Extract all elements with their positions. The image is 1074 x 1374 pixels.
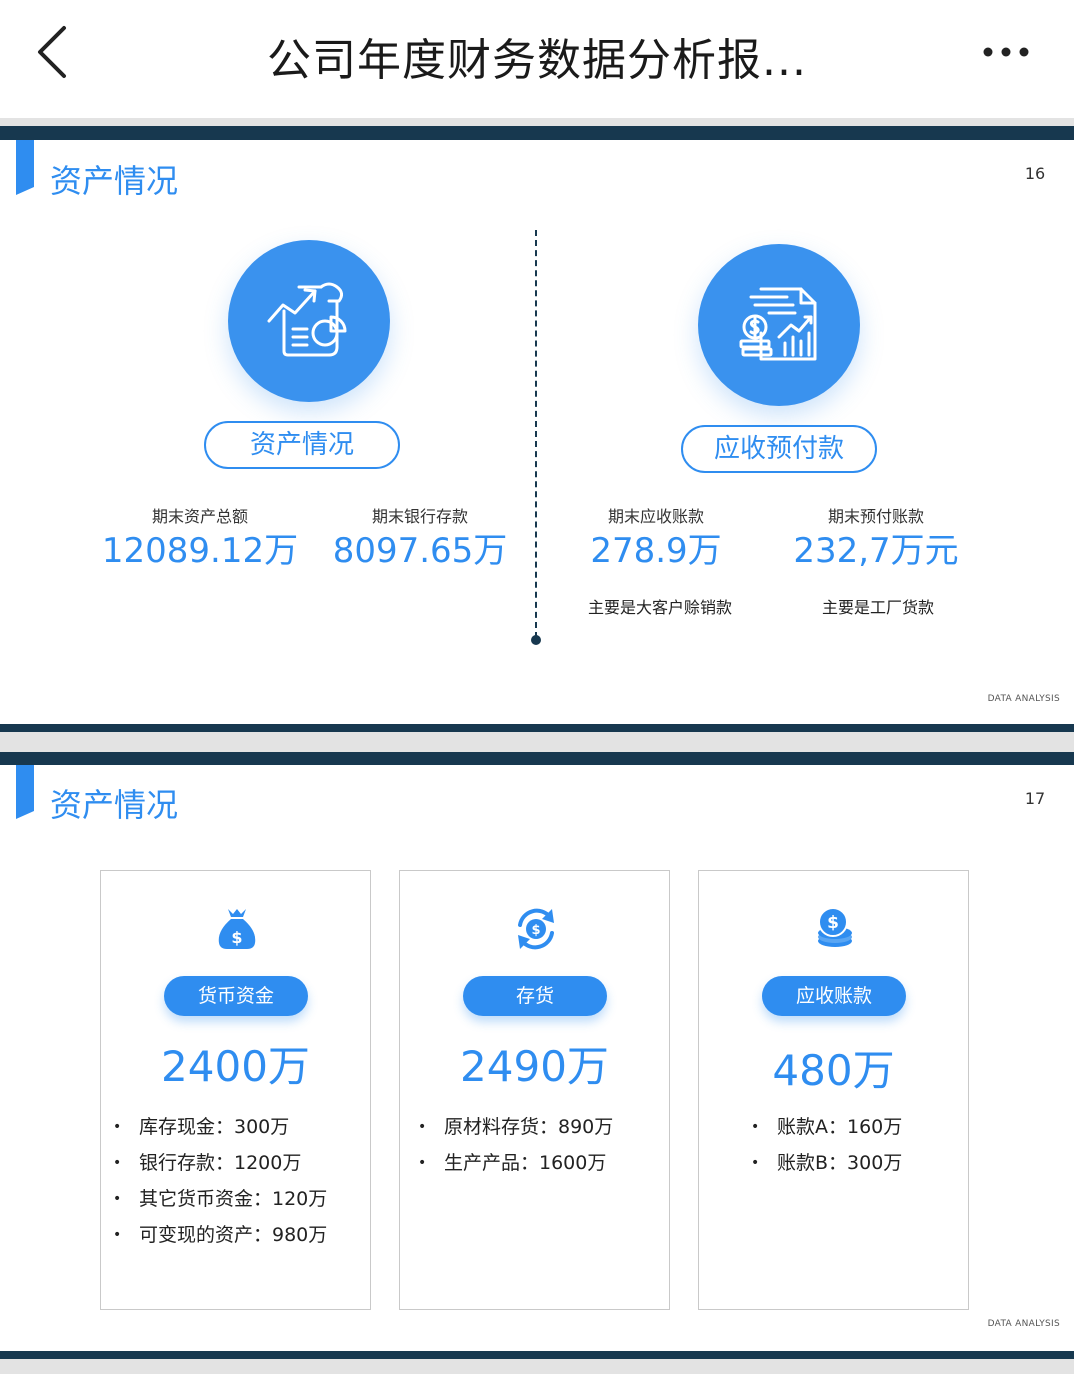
- document-title: 公司年度财务数据分析报...: [267, 35, 807, 86]
- card-label: 货币资金: [164, 976, 308, 1016]
- stat-value: 278.9万: [590, 531, 722, 571]
- slide-footer-bar: [0, 724, 1074, 732]
- card-detail-list: 原材料存货：890万 生产产品：1600万: [418, 1109, 613, 1181]
- slide-gap: [0, 732, 1074, 752]
- list-item: 生产产品：1600万: [418, 1145, 613, 1181]
- stat-note: 主要是工厂货款: [821, 598, 934, 617]
- title-accent: [16, 140, 34, 195]
- report-chart-icon: [228, 240, 390, 402]
- footer-tag: DATA ANALYSIS: [987, 694, 1060, 704]
- list-item: 银行存款：1200万: [113, 1145, 327, 1181]
- card-receivables: $ 应收账款 480万 账款A：160万 账款B：300万: [698, 870, 969, 1310]
- more-options-icon[interactable]: [980, 34, 1040, 74]
- slide-header-bar: [0, 126, 1074, 140]
- svg-text:$: $: [231, 928, 242, 947]
- stat-value: 232,7万元: [793, 531, 959, 571]
- card-detail-list: 账款A：160万 账款B：300万: [751, 1109, 902, 1181]
- list-item: 账款A：160万: [751, 1109, 902, 1145]
- back-icon[interactable]: [30, 22, 80, 82]
- card-cash: $ 货币资金 2400万 库存现金：300万 银行存款：1200万 其它货币资金…: [100, 870, 371, 1310]
- asset-status-pill: 资产情况: [204, 421, 400, 469]
- svg-text:$: $: [827, 913, 839, 933]
- card-value: 2490万: [460, 1042, 609, 1091]
- slide-header-bar: [0, 752, 1074, 765]
- slide-16[interactable]: 资产情况 16 资产情况 期末资产总额 12089.12万 期末银行存款 809…: [0, 140, 1074, 724]
- card-inventory: $ 存货 2490万 原材料存货：890万 生产产品：1600万: [399, 870, 670, 1310]
- card-value: 2400万: [161, 1042, 310, 1091]
- list-item: 账款B：300万: [751, 1145, 902, 1181]
- card-detail-list: 库存现金：300万 银行存款：1200万 其它货币资金：120万 可变现的资产：…: [113, 1109, 327, 1253]
- coin-stack-icon: $: [809, 903, 861, 955]
- card-label: 存货: [463, 976, 607, 1016]
- slide-gap: [0, 1359, 1074, 1374]
- card-value: 480万: [772, 1046, 895, 1095]
- finance-document-icon: [698, 244, 860, 406]
- money-bag-icon: $: [211, 903, 263, 955]
- list-item: 可变现的资产：980万: [113, 1217, 327, 1253]
- page-number: 17: [1024, 789, 1046, 808]
- dollar-cycle-icon: $: [510, 903, 562, 955]
- page-number: 16: [1024, 164, 1046, 183]
- app-bar: 公司年度财务数据分析报...: [0, 0, 1074, 118]
- card-label: 应收账款: [762, 976, 906, 1016]
- divider-dot: [531, 635, 541, 645]
- list-item: 其它货币资金：120万: [113, 1181, 327, 1217]
- receivable-prepaid-pill: 应收预付款: [681, 425, 877, 473]
- stat-value: 12089.12万: [101, 531, 299, 571]
- slide-footer-bar: [0, 1351, 1074, 1359]
- footer-tag: DATA ANALYSIS: [987, 1319, 1060, 1329]
- slide-17[interactable]: 资产情况 17 $ 货币资金 2400万 库存现金：300万 银行存款：1200…: [0, 765, 1074, 1351]
- slide-gap: [0, 118, 1074, 126]
- list-item: 原材料存货：890万: [418, 1109, 613, 1145]
- stat-note: 主要是大客户赊销款: [587, 598, 732, 617]
- list-item: 库存现金：300万: [113, 1109, 327, 1145]
- svg-text:$: $: [531, 923, 540, 938]
- slide-title: 资产情况: [50, 162, 179, 200]
- slide-title: 资产情况: [50, 786, 179, 824]
- dashed-divider: [535, 230, 537, 638]
- stat-value: 8097.65万: [332, 531, 508, 571]
- title-accent: [16, 765, 34, 819]
